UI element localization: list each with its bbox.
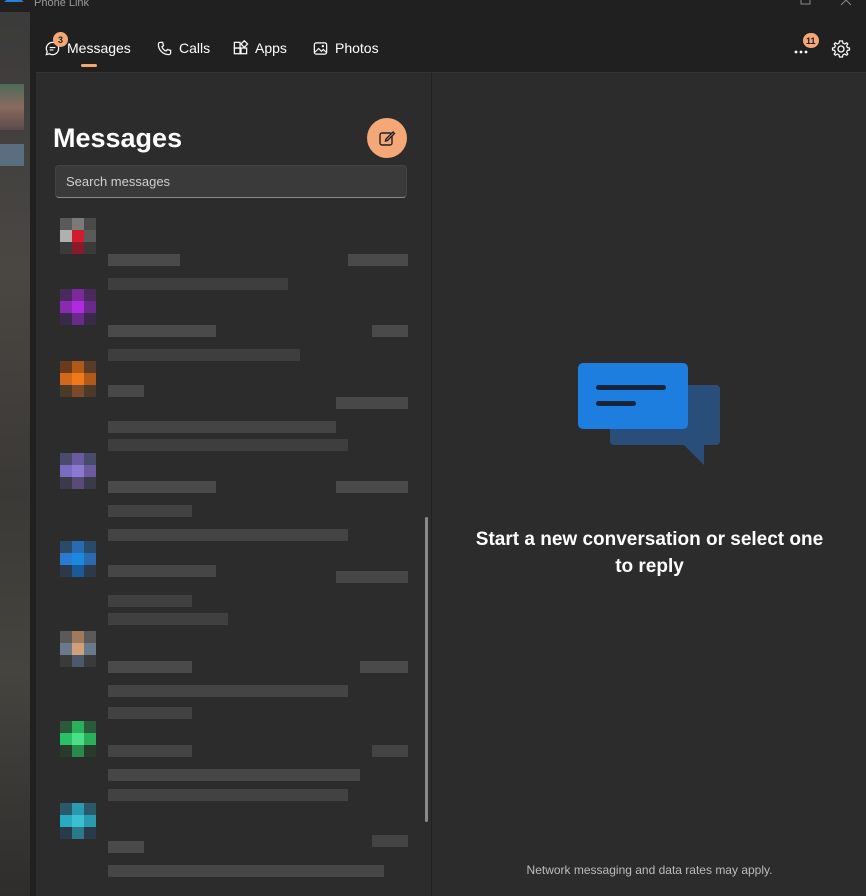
tab-calls-label: Calls bbox=[179, 40, 211, 56]
top-navigation: Messages 3 Calls Apps Photos 11 bbox=[30, 12, 866, 72]
obscured-text bbox=[108, 685, 348, 697]
window-title: Phone Link bbox=[34, 0, 90, 9]
avatar bbox=[60, 453, 96, 489]
avatar bbox=[60, 631, 96, 667]
obscured-text bbox=[108, 661, 192, 673]
obscured-text bbox=[108, 613, 228, 625]
notifications-badge: 11 bbox=[803, 33, 819, 48]
messages-unread-badge: 3 bbox=[53, 32, 68, 47]
tab-apps-label: Apps bbox=[255, 40, 287, 56]
title-bar: Phone Link bbox=[0, 0, 866, 12]
avatar bbox=[60, 289, 96, 325]
obscured-text bbox=[108, 278, 288, 290]
messages-panel: Messages bbox=[36, 72, 431, 896]
obscured-text bbox=[336, 397, 408, 409]
obscured-text bbox=[108, 769, 360, 781]
obscured-text bbox=[336, 481, 408, 493]
obscured-text bbox=[108, 385, 144, 397]
avatar bbox=[60, 721, 96, 757]
obscured-text bbox=[108, 439, 348, 451]
desktop-wallpaper-strip bbox=[0, 0, 30, 896]
settings-button[interactable] bbox=[830, 38, 852, 60]
tab-photos[interactable]: Photos bbox=[312, 36, 379, 60]
phone-link-logo-icon bbox=[4, 0, 24, 2]
obscured-text bbox=[108, 707, 192, 719]
avatar bbox=[60, 803, 96, 839]
tab-messages[interactable]: Messages 3 bbox=[44, 32, 131, 60]
conversation-view: Start a new conversation or select one t… bbox=[431, 72, 866, 896]
obscured-text bbox=[108, 254, 180, 266]
obscured-text bbox=[108, 565, 216, 577]
obscured-text bbox=[108, 745, 192, 757]
avatar bbox=[60, 361, 96, 397]
empty-state-message: Start a new conversation or select one t… bbox=[475, 529, 824, 577]
scrollbar-thumb[interactable] bbox=[425, 517, 428, 822]
obscured-text bbox=[372, 835, 408, 847]
avatar bbox=[60, 541, 96, 577]
obscured-text bbox=[360, 661, 408, 673]
wallpaper-patch bbox=[0, 144, 24, 166]
gear-icon bbox=[831, 40, 851, 58]
obscured-text bbox=[372, 325, 408, 337]
close-window-icon[interactable] bbox=[840, 0, 852, 6]
obscured-text bbox=[108, 481, 216, 493]
avatar bbox=[60, 218, 96, 254]
obscured-text bbox=[108, 841, 144, 853]
maximize-icon[interactable] bbox=[800, 0, 812, 6]
tab-messages-label: Messages bbox=[67, 40, 131, 56]
obscured-text bbox=[108, 421, 336, 433]
apps-grid-icon bbox=[233, 39, 249, 54]
tab-calls[interactable]: Calls bbox=[156, 36, 210, 60]
compose-icon bbox=[379, 131, 396, 146]
new-message-button[interactable] bbox=[367, 118, 407, 158]
obscured-text bbox=[336, 571, 408, 583]
obscured-text bbox=[108, 529, 348, 541]
obscured-text bbox=[108, 595, 192, 607]
tab-apps[interactable]: Apps bbox=[232, 36, 287, 60]
more-options-button[interactable]: 11 bbox=[792, 33, 819, 60]
obscured-text bbox=[348, 254, 408, 266]
obscured-text bbox=[108, 325, 216, 337]
chat-bubbles-icon bbox=[578, 363, 720, 465]
page-title: Messages bbox=[53, 123, 183, 153]
tab-photos-label: Photos bbox=[335, 40, 379, 56]
obscured-text bbox=[108, 789, 348, 801]
photo-icon bbox=[313, 41, 328, 55]
obscured-text bbox=[108, 865, 384, 877]
wallpaper-patch bbox=[0, 84, 24, 130]
search-input[interactable] bbox=[55, 165, 407, 198]
obscured-text bbox=[108, 505, 192, 517]
phone-icon bbox=[157, 41, 172, 55]
active-tab-indicator bbox=[81, 64, 97, 67]
rates-footnote: Network messaging and data rates may app… bbox=[526, 863, 773, 877]
obscured-text bbox=[108, 349, 300, 361]
obscured-text bbox=[372, 745, 408, 757]
